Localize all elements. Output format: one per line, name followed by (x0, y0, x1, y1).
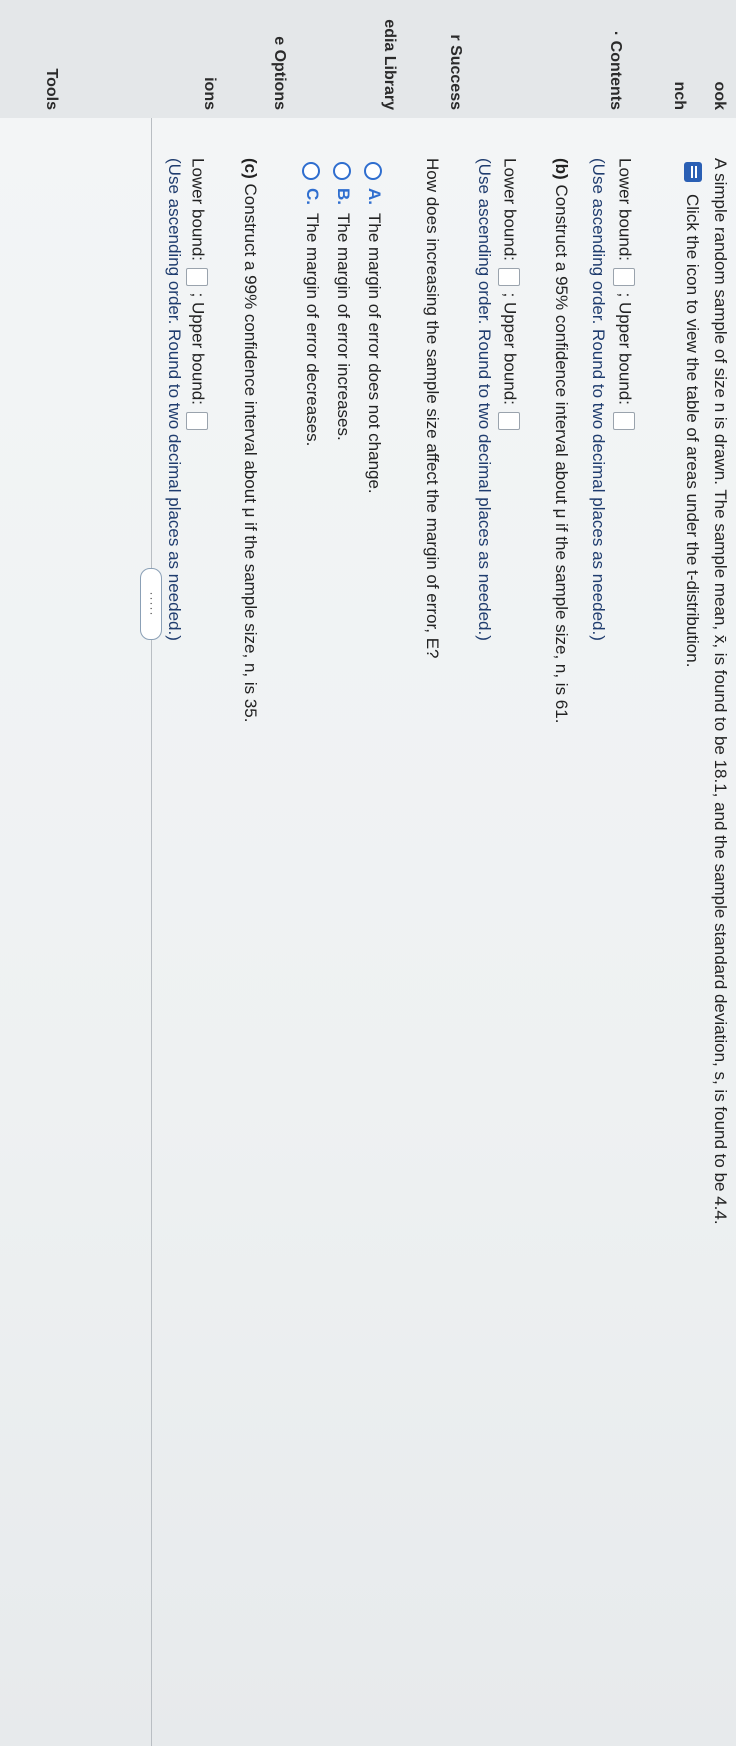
screen: ook nch · Contents r Success edia Librar… (0, 0, 736, 1746)
sidebar-item-launch[interactable]: nch (670, 82, 688, 110)
part-a-answer-row: Lower bound: ; Upper bound: (613, 158, 635, 432)
sidebar-item-ebook[interactable]: ook (710, 82, 728, 110)
lower-bound-input-c[interactable] (186, 267, 208, 286)
lower-bound-label: Lower bound: (615, 158, 635, 262)
radio-a[interactable] (364, 162, 383, 180)
upper-bound-label: ; Upper bound: (188, 292, 208, 405)
problem-intro: A simple random sample of size n is draw… (711, 158, 730, 1225)
option-b[interactable]: B.The margin of error increases. (333, 162, 353, 441)
sidebar-item-media-library[interactable]: edia Library (380, 19, 398, 110)
option-a[interactable]: A.The margin of error does not change. (364, 162, 384, 494)
lower-bound-input-b[interactable] (498, 267, 520, 286)
option-c[interactable]: C.The margin of error decreases. (302, 162, 322, 446)
table-link-text: Click the icon to view the table of area… (683, 194, 702, 668)
part-b-note: (Use ascending order. Round to two decim… (475, 158, 494, 641)
upper-bound-label: ; Upper bound: (500, 292, 520, 405)
table-icon[interactable] (684, 162, 702, 182)
sidebar: ook nch · Contents r Success edia Librar… (0, 0, 736, 119)
expand-more-button[interactable]: ····· (140, 568, 162, 640)
upper-bound-input-a[interactable] (613, 411, 635, 430)
sidebar-item-contents[interactable]: · Contents (606, 31, 624, 110)
upper-bound-input-c[interactable] (186, 411, 208, 430)
radio-c[interactable] (302, 162, 321, 180)
part-b-question: (b) Construct a 95% confidence interval … (551, 158, 571, 723)
sidebar-item-questions[interactable]: ions (200, 77, 218, 110)
lower-bound-input-a[interactable] (613, 267, 635, 286)
upper-bound-label: ; Upper bound: (615, 292, 635, 405)
part-c-answer-row: Lower bound: ; Upper bound: (186, 158, 208, 432)
radio-b[interactable] (333, 162, 352, 180)
lower-bound-label: Lower bound: (500, 158, 520, 262)
sidebar-item-options[interactable]: e Options (270, 36, 288, 110)
part-c-note: (Use ascending order. Round to two decim… (165, 158, 184, 641)
section-divider (151, 118, 152, 1746)
part-c-text: Construct a 99% confidence interval abou… (241, 183, 260, 723)
part-a-note: (Use ascending order. Round to two decim… (589, 158, 608, 641)
lower-bound-label: Lower bound: (188, 158, 208, 262)
sidebar-item-tools[interactable]: Tools (42, 69, 60, 110)
part-c-letter: (c) (241, 158, 260, 179)
effect-question: How does increasing the sample size affe… (423, 158, 442, 659)
sidebar-item-success[interactable]: r Success (446, 34, 464, 110)
part-b-answer-row: Lower bound: ; Upper bound: (498, 158, 520, 432)
part-b-text: Construct a 95% confidence interval abou… (552, 184, 571, 724)
part-c-question: (c) Construct a 99% confidence interval … (240, 158, 260, 723)
part-b-letter: (b) (552, 158, 571, 180)
upper-bound-input-b[interactable] (498, 411, 520, 430)
main-content: A simple random sample of size n is draw… (0, 118, 736, 1746)
